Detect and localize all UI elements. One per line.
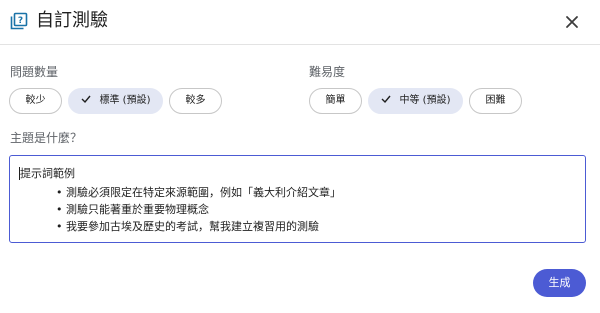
- question-count-label: 問題數量: [10, 65, 59, 79]
- difficulty-option-easy[interactable]: 簡單: [309, 88, 362, 114]
- dialog-header: ? 自訂測驗: [0, 0, 600, 45]
- topic-input[interactable]: 提示詞範例 測驗必須限定在特定來源範圍，例如「義大利介紹文章」 測驗只能著重於重…: [9, 155, 586, 243]
- question-count-option-more[interactable]: 較多: [169, 88, 222, 114]
- chip-label: 較多: [185, 95, 206, 106]
- difficulty-option-hard[interactable]: 困難: [469, 88, 522, 114]
- close-icon[interactable]: [561, 11, 583, 33]
- question-count-option-standard[interactable]: 標準 (預設): [68, 88, 163, 114]
- prompt-example-item: 測驗只能著重於重要物理概念: [56, 201, 341, 218]
- check-icon: [81, 95, 91, 104]
- svg-text:?: ?: [18, 16, 23, 26]
- dialog-title: 自訂測驗: [36, 10, 108, 31]
- prompt-example-item: 測驗必須限定在特定來源範圍，例如「義大利介紹文章」: [56, 184, 341, 201]
- check-icon: [381, 95, 391, 104]
- prompt-example-item: 我要參加古埃及歷史的考試，幫我建立複習用的測驗: [56, 218, 341, 235]
- generate-button[interactable]: 生成: [533, 269, 586, 297]
- difficulty-label: 難易度: [309, 65, 346, 79]
- quiz-icon: ?: [10, 12, 28, 30]
- question-count-option-fewer[interactable]: 較少: [9, 88, 62, 114]
- chip-label: 較少: [25, 95, 46, 106]
- prompt-example-title: 提示詞範例: [20, 167, 75, 180]
- difficulty-option-medium[interactable]: 中等 (預設): [368, 88, 463, 114]
- topic-label: 主題是什麼？: [10, 131, 83, 145]
- chip-label: 簡單: [325, 95, 346, 106]
- chip-label: 中等 (預設): [399, 95, 451, 106]
- chip-label: 困難: [485, 95, 506, 106]
- chip-label: 標準 (預設): [99, 95, 151, 106]
- prompt-example-list: 測驗必須限定在特定來源範圍，例如「義大利介紹文章」 測驗只能著重於重要物理概念 …: [56, 184, 341, 235]
